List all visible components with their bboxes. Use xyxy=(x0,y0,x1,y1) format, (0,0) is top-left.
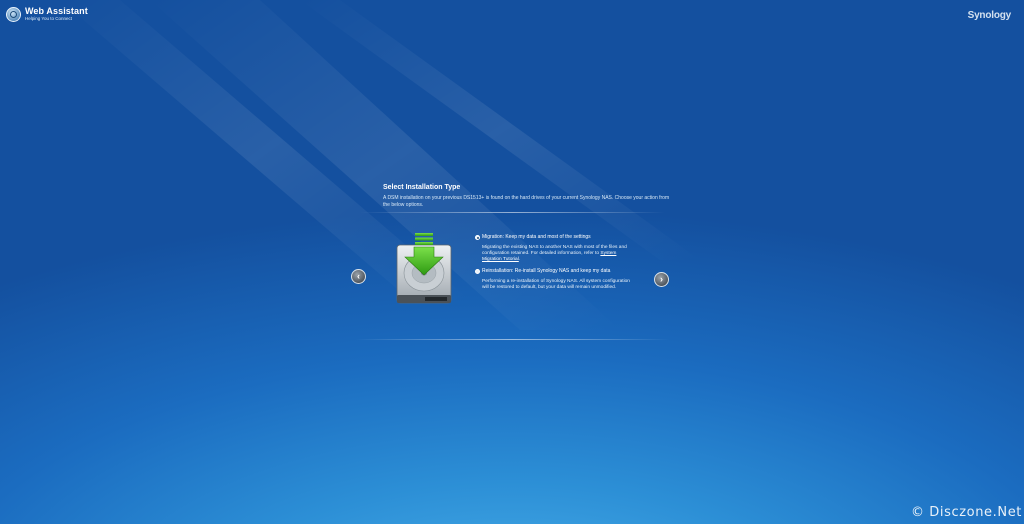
migration-description: Migrating the existing NAS to another NA… xyxy=(482,245,627,262)
reinstallation-description: Performing a re-installation of Synology… xyxy=(482,279,630,291)
installation-options: Migration: Keep my data and most of the … xyxy=(475,234,645,297)
app-title: Web Assistant xyxy=(25,6,88,17)
watermark: © Disczone.Net xyxy=(910,505,1022,520)
installation-type-panel: Select Installation Type A DSM installat… xyxy=(355,180,670,345)
app-header: Web Assistant Helping You to Connect xyxy=(6,7,88,22)
reinstallation-radio[interactable] xyxy=(475,269,480,275)
panel-description: A DSM installation on your previous DS15… xyxy=(383,195,670,208)
synology-brand-logo: Synology xyxy=(967,10,1012,21)
migration-label: Migration: Keep my data and most of the … xyxy=(482,234,591,240)
app-subtitle: Helping You to Connect xyxy=(25,16,73,22)
web-assistant-logo-icon xyxy=(6,7,21,22)
migration-radio[interactable] xyxy=(475,235,480,240)
option-reinstallation[interactable]: Reinstallation: Re-install Synology NAS … xyxy=(475,268,645,291)
divider xyxy=(360,212,665,213)
option-migration[interactable]: Migration: Keep my data and most of the … xyxy=(475,234,645,262)
divider xyxy=(355,339,670,340)
hard-drive-install-icon xyxy=(396,233,452,304)
page-title: Select Installation Type xyxy=(383,184,461,191)
reinstallation-label: Reinstallation: Re-install Synology NAS … xyxy=(482,268,611,275)
